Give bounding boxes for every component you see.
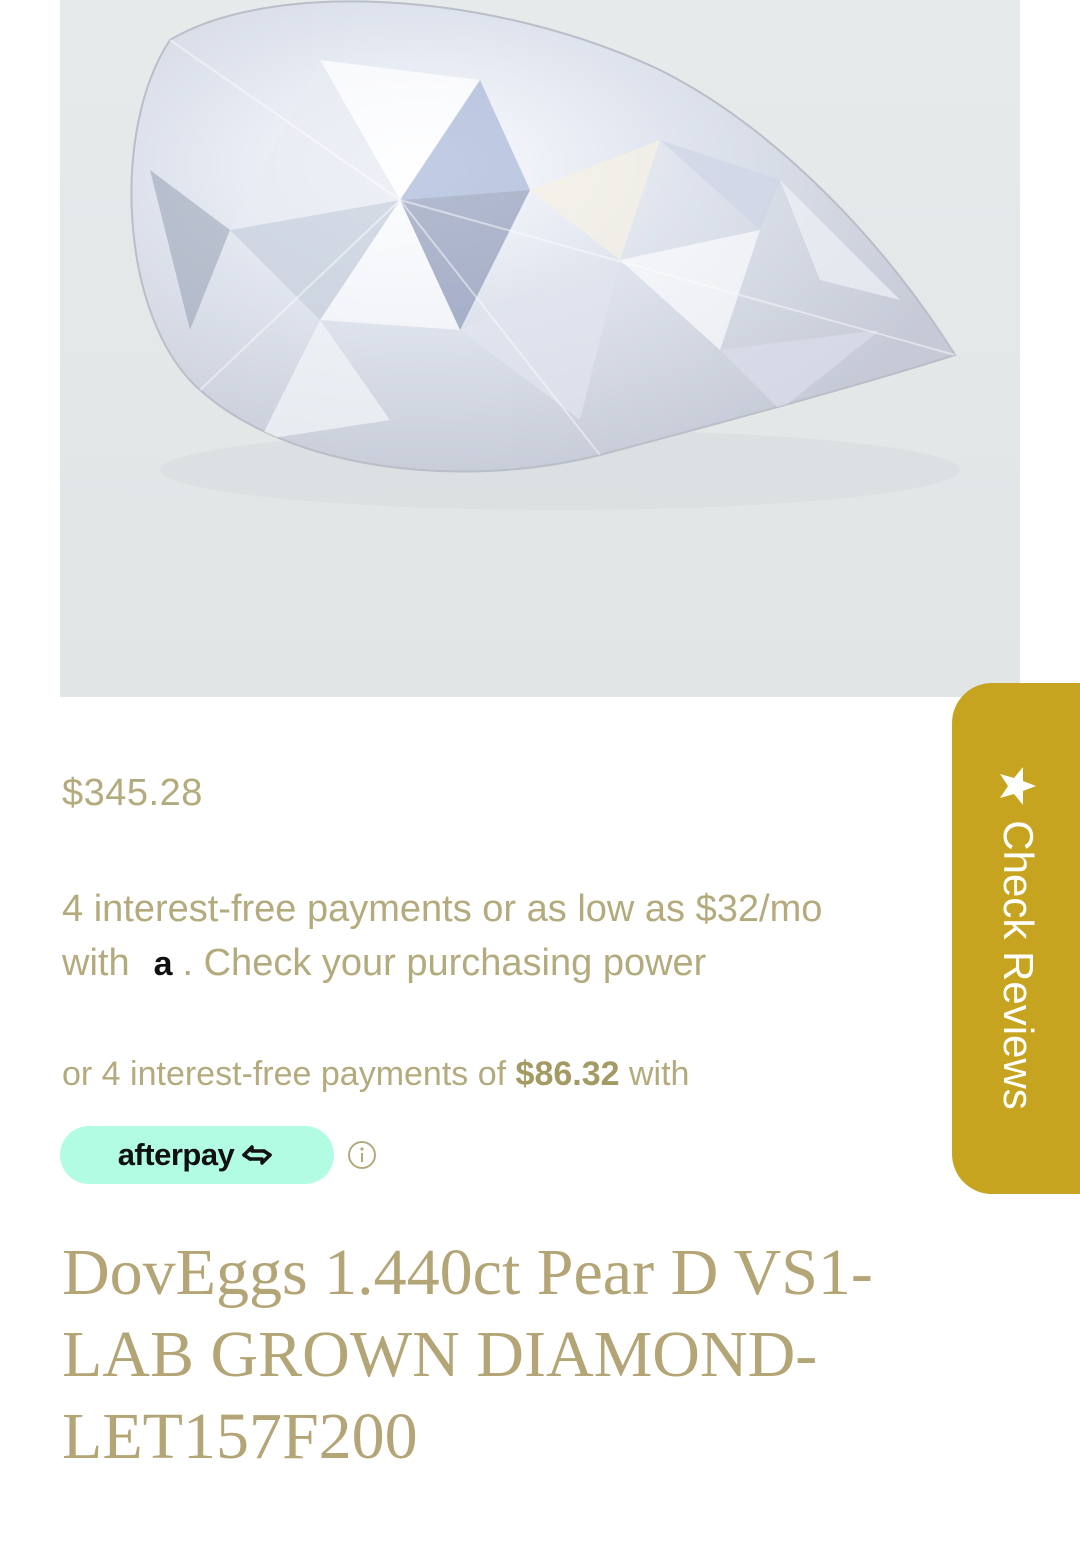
check-reviews-tab[interactable]: Check Reviews xyxy=(952,683,1080,1194)
check-reviews-label: Check Reviews xyxy=(995,820,1042,1110)
afterpay-message: or 4 interest-free payments of $86.32 wi… xyxy=(62,1055,689,1094)
check-purchasing-power-link[interactable]: . Check your purchasing power xyxy=(183,942,707,984)
affirm-line-1: 4 interest-free payments or as low as $3… xyxy=(62,888,823,930)
affirm-financing-message: 4 interest-free payments or as low as $3… xyxy=(62,882,957,991)
afterpay-wordmark: afterpay xyxy=(117,1137,235,1172)
info-icon[interactable] xyxy=(347,1140,377,1170)
afterpay-amount: $86.32 xyxy=(515,1055,620,1093)
check-reviews-content: Check Reviews xyxy=(988,728,1048,1148)
afterpay-arrows-icon xyxy=(242,1145,273,1165)
product-image[interactable] xyxy=(60,0,1020,697)
star-icon xyxy=(1000,767,1036,806)
afterpay-text: or 4 interest-free payments of xyxy=(62,1055,516,1093)
product-title: DovEggs 1.440ct Pear D VS1-LAB GROWN DIA… xyxy=(62,1236,873,1473)
product-page: $345.28 4 interest-free payments or as l… xyxy=(0,0,1080,1552)
afterpay-logo-badge[interactable]: afterpay xyxy=(60,1126,334,1184)
afterpay-with-text: with xyxy=(619,1055,690,1093)
product-price: $345.28 xyxy=(62,772,203,814)
affirm-logo: a xyxy=(153,945,173,983)
pear-diamond-image xyxy=(130,0,960,510)
affirm-with-text: with xyxy=(62,942,130,984)
affirm-line-2: with a . Check your purchasing power xyxy=(62,936,957,991)
